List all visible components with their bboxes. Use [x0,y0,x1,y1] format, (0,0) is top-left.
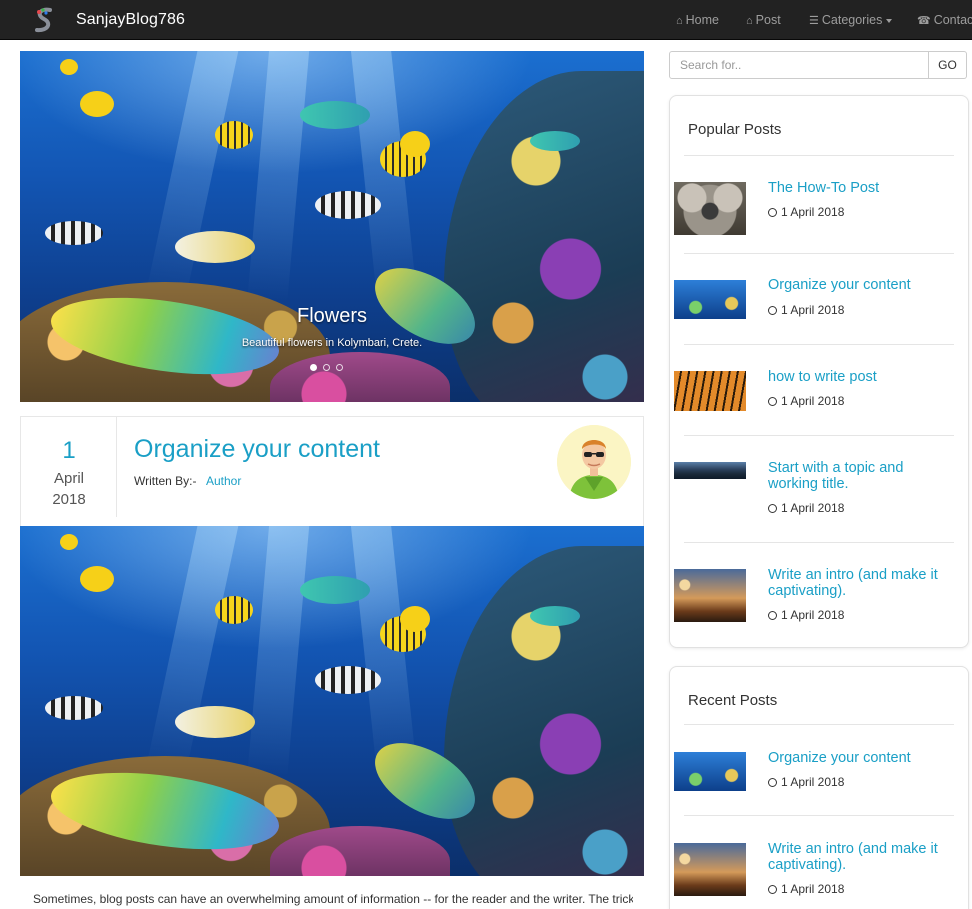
recent-posts-widget: Recent Posts Organize your content 1 Apr… [669,666,969,909]
carousel-dot[interactable] [336,364,343,371]
nav-post[interactable]: ⌂ Post [746,13,781,27]
carousel-dot[interactable] [323,364,330,371]
recent-post-date: 1 April 2018 [768,775,844,789]
recent-post-date: 1 April 2018 [768,882,844,896]
popular-post-date: 1 April 2018 [768,205,844,219]
recent-post-title[interactable]: Organize your content [768,750,953,766]
post-date-year: 2018 [52,491,86,508]
search-go-button[interactable]: GO [929,51,967,79]
clock-icon [768,504,777,513]
hero-carousel[interactable]: Flowers Beautiful flowers in Kolymbari, … [20,51,644,402]
popular-post-date: 1 April 2018 [768,394,844,408]
search-input[interactable] [669,51,929,79]
popular-post-date: 1 April 2018 [768,303,844,317]
post-date-month: April [53,470,84,487]
navbar: SanjayBlog786 ⌂ Home ⌂ Post ☰ Categories ☎ C… [0,0,972,40]
brand-logo-icon[interactable] [32,6,56,34]
clock-icon [768,306,777,315]
clock-icon [768,208,777,217]
brand-name[interactable]: SanjayBlog786 [76,11,185,29]
home-icon: ⌂ [746,15,753,27]
post-date-day: 1 [62,437,76,464]
popular-post-date: 1 April 2018 [768,608,844,622]
clock-icon [768,885,777,894]
recent-post-title[interactable]: Write an intro (and make it captivating)… [768,841,953,873]
nav-home[interactable]: ⌂ Home [676,13,719,27]
carousel-caption-title: Flowers [296,305,367,327]
written-by-label: Written By:- [134,474,197,488]
nav-categories-label: Categories [821,13,883,27]
popular-posts-widget: Popular Posts The How-To Post 1 April 20… [669,95,969,648]
post-thumbnail[interactable] [674,182,746,235]
popular-post-title[interactable]: Write an intro (and make it captivating)… [768,567,953,599]
nav-contact[interactable]: ☎Contact [917,13,972,27]
popular-post-title[interactable]: Start with a topic and working title. [768,460,953,492]
chevron-down-icon [886,18,893,23]
carousel-dot[interactable] [310,364,317,371]
clock-icon [768,778,777,787]
carousel-indicators [310,364,343,371]
post-date: 1 April 2018 [21,417,117,517]
clock-icon [768,397,777,406]
popular-post-title[interactable]: how to write post [768,369,953,385]
popular-post-title[interactable]: The How-To Post [768,180,953,196]
clock-icon [768,611,777,620]
list-icon: ☰ [809,15,819,27]
post-thumbnail[interactable] [674,569,746,622]
popular-post-date: 1 April 2018 [768,501,844,515]
phone-icon: ☎ [917,15,931,27]
carousel-caption-subtitle: Beautiful flowers in Kolymbari, Crete. [241,337,423,349]
post-thumbnail[interactable] [674,280,746,319]
popular-post-title[interactable]: Organize your content [768,277,953,293]
post-image [20,526,644,876]
post-header: 1 April 2018 Organize your content Writt… [20,416,644,526]
post-thumbnail[interactable] [674,371,746,411]
post-thumbnail[interactable] [674,462,746,479]
home-icon: ⌂ [676,15,683,27]
post-thumbnail[interactable] [674,843,746,896]
nav-home-label: Home [685,13,719,27]
author-link[interactable]: Author [206,474,241,488]
nav-contact-label: Contact [933,13,972,27]
post-excerpt: Sometimes, blog posts can have an overwh… [33,892,633,906]
nav-post-label: Post [755,13,781,27]
popular-posts-title: Popular Posts [688,121,782,138]
nav-categories[interactable]: ☰ Categories [809,13,893,27]
author-avatar [557,425,631,499]
recent-posts-title: Recent Posts [688,692,778,709]
post-thumbnail[interactable] [674,752,746,791]
post-title[interactable]: Organize your content [134,435,380,464]
